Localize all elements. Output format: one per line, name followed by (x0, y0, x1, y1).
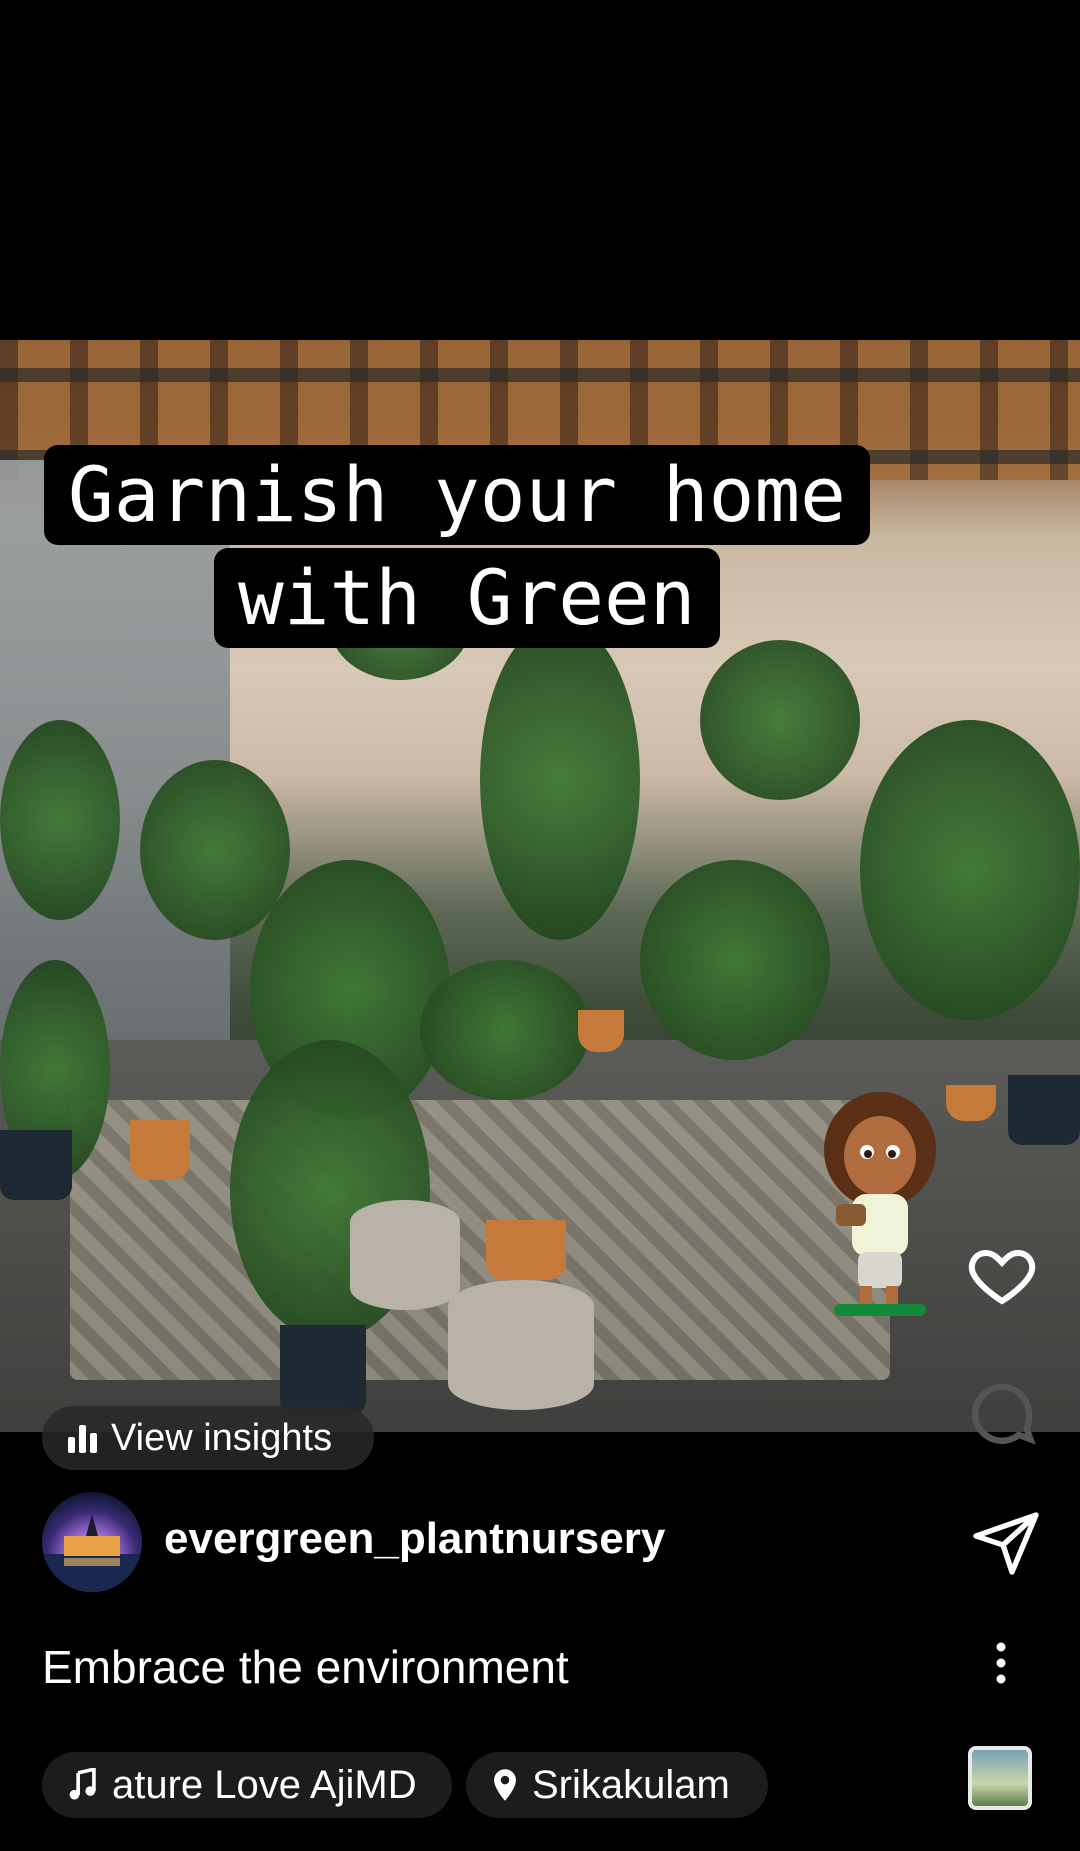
pot-image (486, 1220, 566, 1280)
location-label: Srikakulam (532, 1762, 730, 1807)
plant-image (860, 720, 1080, 1020)
pot-image (946, 1085, 996, 1121)
author-row: evergreen_plantnursery (42, 1490, 1042, 1594)
view-insights-button[interactable]: View insights (42, 1406, 374, 1470)
plant-image (0, 720, 120, 920)
plant-image (480, 620, 640, 940)
music-note-icon (68, 1768, 98, 1802)
bar-chart-icon (68, 1423, 97, 1453)
pot-image (280, 1325, 366, 1415)
audio-label: ature Love AjiMD (112, 1762, 417, 1807)
ceiling-beam (0, 368, 1080, 382)
author-username[interactable]: evergreen_plantnursery (164, 1514, 665, 1564)
tree-stump-image (350, 1200, 460, 1310)
top-black-area (0, 0, 1080, 340)
heart-icon[interactable] (966, 1238, 1038, 1310)
caption-line-2: with Green (214, 548, 720, 648)
audio-pill[interactable]: ature Love AjiMD (42, 1752, 452, 1818)
pot-image (130, 1120, 190, 1180)
girl-sticker (824, 1092, 936, 1316)
comment-icon[interactable] (964, 1376, 1040, 1452)
send-icon[interactable] (970, 1506, 1042, 1578)
plant-image (700, 640, 860, 800)
post-description[interactable]: Embrace the environment (42, 1640, 569, 1694)
pot-image (578, 1010, 624, 1052)
caption-line-1: Garnish your home (44, 445, 870, 545)
tree-stump-image (448, 1280, 594, 1410)
plant-image (420, 960, 590, 1100)
view-insights-label: View insights (111, 1416, 333, 1459)
more-vertical-icon[interactable] (988, 1638, 1014, 1688)
location-pill[interactable]: Srikakulam (466, 1752, 768, 1818)
audio-album-art[interactable] (968, 1746, 1032, 1810)
avatar-image (42, 1514, 142, 1592)
plant-image (140, 760, 290, 940)
plant-image (640, 860, 830, 1060)
avatar[interactable] (42, 1492, 142, 1592)
pot-image (1008, 1075, 1080, 1145)
location-pin-icon (492, 1768, 518, 1802)
pot-image (0, 1130, 72, 1200)
